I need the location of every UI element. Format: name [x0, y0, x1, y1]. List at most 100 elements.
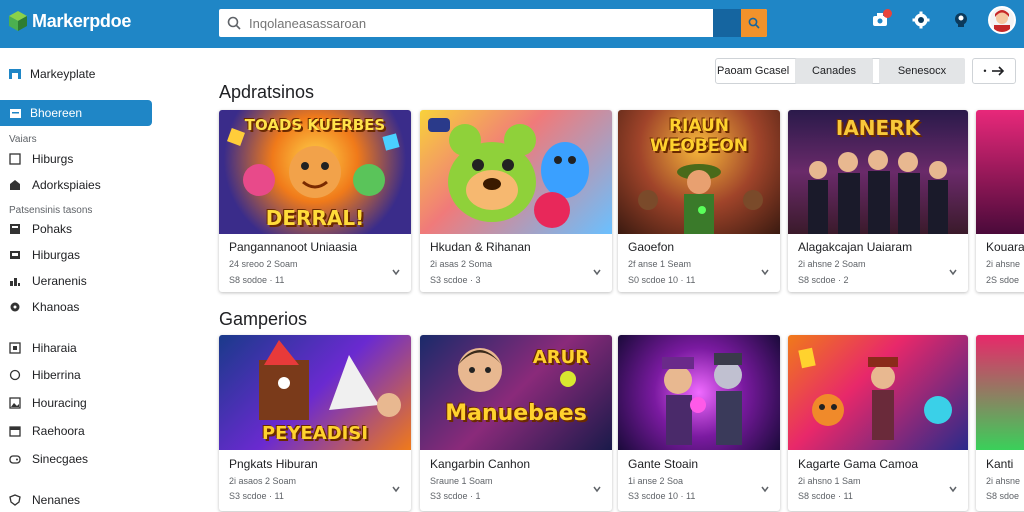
store-icon: [8, 67, 22, 81]
game-meta-secondary: 2S sdoe: [986, 275, 1020, 285]
sidebar-item-label: Houracing: [32, 396, 87, 410]
shield-icon: [8, 493, 22, 507]
sidebar-item[interactable]: Pohaks: [8, 222, 72, 236]
filter-button-2[interactable]: Senesocx: [879, 58, 965, 84]
search-bar: [219, 9, 767, 37]
next-button[interactable]: •: [972, 58, 1016, 84]
game-meta: 2i ahsne: [986, 476, 1021, 486]
grid-icon: [8, 222, 22, 236]
game-card[interactable]: Hkudan & Rihanan 2i asas 2 Soma S3 scdoe…: [420, 110, 612, 292]
game-art-caption: DERRAL!: [265, 206, 365, 230]
sidebar-item-label: Adorkspiaies: [32, 178, 101, 192]
game-card[interactable]: PEYEADISI Pngkats Hiburan 2i asaos 2 Soa…: [219, 335, 411, 511]
game-card[interactable]: ARUR Manuebaes Kangarbin Canhon Sraune 1…: [420, 335, 612, 511]
app-logo[interactable]: Markerpdoe: [8, 10, 131, 32]
sidebar-item[interactable]: Hiburgas: [8, 248, 80, 262]
chevron-down-icon[interactable]: [948, 267, 958, 277]
chevron-down-icon[interactable]: [948, 484, 958, 494]
image-icon: [8, 396, 22, 410]
game-thumbnail: [420, 110, 612, 234]
game-thumbnail: [976, 335, 1024, 450]
sort-label: Paoam Gcasel: [717, 65, 790, 77]
game-meta-secondary: S8 scdoe · 11: [798, 491, 853, 501]
game-title: Pangannanoot Uniaasia: [229, 240, 358, 254]
game-card[interactable]: Kanti 2i ahsne S8 sdoe: [976, 335, 1024, 511]
chevron-down-icon[interactable]: [592, 484, 602, 494]
search-icon: [219, 9, 249, 37]
game-meta-secondary: S8 sdoe: [986, 491, 1020, 501]
square-icon: [8, 341, 22, 355]
sidebar-item[interactable]: Sinecgaes: [8, 452, 88, 466]
game-meta: 24 sreoo 2 Soam: [229, 259, 298, 269]
filter-button-1[interactable]: Canades: [795, 58, 873, 84]
game-meta-secondary: S8 sodoe · 11: [229, 275, 285, 285]
sidebar-item-label: Nenanes: [32, 493, 81, 507]
game-title: Kanti: [986, 457, 1014, 471]
chevron-down-icon[interactable]: [760, 484, 770, 494]
game-card[interactable]: Gante Stoain 1i anse 2 Soa S3 scdoe 10 ·…: [618, 335, 780, 511]
chevron-down-icon[interactable]: [592, 267, 602, 277]
sidebar-header[interactable]: Markeyplate: [8, 67, 95, 81]
sidebar-item[interactable]: Raehoora: [8, 424, 85, 438]
sidebar-item[interactable]: Ueranenis: [8, 274, 87, 288]
user-avatar[interactable]: [988, 6, 1016, 34]
circle-icon: [8, 368, 22, 382]
sidebar-item-label: Ueranenis: [32, 274, 87, 288]
chevron-down-icon[interactable]: [760, 267, 770, 277]
game-thumbnail: ARUR Manuebaes: [420, 335, 612, 450]
game-card[interactable]: RIAUN WEOBEON Gaoefon 2f anse 1 Seam S0 …: [618, 110, 780, 292]
search-input[interactable]: [249, 9, 713, 37]
game-meta: 2i asas 2 Soma: [430, 259, 493, 269]
sidebar-item-label: Sinecgaes: [32, 452, 89, 466]
game-card[interactable]: Kouarai 2i ahsne 2S sdoe: [976, 110, 1024, 292]
game-meta-secondary: S3 scdoe · 11: [229, 491, 284, 501]
game-title: Kouarai: [986, 240, 1024, 254]
search-submit-icon: [748, 17, 760, 29]
sidebar-item[interactable]: Khanoas: [8, 300, 79, 314]
top-icons: [868, 6, 1016, 34]
game-art-characters: [458, 348, 576, 392]
game-title: Gaoefon: [628, 240, 675, 254]
sidebar-group-label: Vaiars: [9, 134, 37, 145]
calendar-icon: [8, 424, 22, 438]
game-card[interactable]: IANERK Alagakcajan Uaiaram 2i ahsne 2 So…: [788, 110, 968, 292]
game-card[interactable]: Kagarte Gama Camoa 2i ahsno 1 Sam S8 scd…: [788, 335, 968, 511]
sidebar-item-label: Hiberrina: [32, 368, 81, 382]
sidebar-item[interactable]: Houracing: [8, 396, 87, 410]
game-meta-secondary: S3 scdoe · 3: [430, 275, 481, 285]
game-card[interactable]: TOADS KUERBES DERRAL! Pangannanoot Uniaa…: [219, 110, 411, 292]
search-submit-button[interactable]: [741, 9, 767, 37]
sidebar-title: Markeyplate: [30, 67, 96, 81]
app-name: Markerpdoe: [32, 10, 132, 31]
game-art-characters: [428, 118, 589, 228]
game-art-characters: [662, 353, 742, 445]
notification-icon[interactable]: [868, 7, 894, 33]
sidebar-item[interactable]: Hiburgs: [8, 152, 73, 166]
sidebar-item[interactable]: Hiharaia: [8, 341, 77, 355]
sidebar-item-label: Hiburgs: [32, 152, 74, 166]
main-content: Paoam Gcasel Canades Senesocx • Apdratsi…: [160, 48, 1024, 512]
game-art-characters: [808, 150, 948, 234]
search-filter-button[interactable]: [713, 9, 741, 37]
sidebar-footer-item[interactable]: Nenanes: [8, 493, 80, 507]
section-title: Apdratsinos: [219, 82, 315, 102]
sidebar-item[interactable]: Hiberrina: [8, 368, 81, 382]
game-thumbnail: TOADS KUERBES DERRAL!: [219, 110, 411, 234]
help-icon[interactable]: [948, 7, 974, 33]
game-meta-secondary: S0 scdoe 10 · 11: [628, 275, 696, 285]
sidebar-item-label: Hiharaia: [32, 341, 77, 355]
sidebar-item-label: Khanoas: [32, 300, 80, 314]
chevron-down-icon[interactable]: [391, 484, 401, 494]
sidebar-item-active[interactable]: Bhoereen: [0, 100, 152, 126]
sidebar-item-label: Hiburgas: [32, 248, 81, 262]
game-thumbnail: PEYEADISI: [219, 335, 411, 450]
game-title: Kagarte Gama Camoa: [798, 457, 919, 471]
settings-icon[interactable]: [908, 7, 934, 33]
game-meta-secondary: S3 scdoe · 1: [430, 491, 481, 501]
game-meta: 2f anse 1 Seam: [628, 259, 692, 269]
chevron-down-icon[interactable]: [391, 267, 401, 277]
sidebar-item[interactable]: Adorkspiaies: [8, 178, 101, 192]
sidebar-item-label: Raehoora: [32, 424, 85, 438]
game-title: Gante Stoain: [628, 457, 699, 471]
game-meta-secondary: S8 scdoe · 2: [798, 275, 849, 285]
